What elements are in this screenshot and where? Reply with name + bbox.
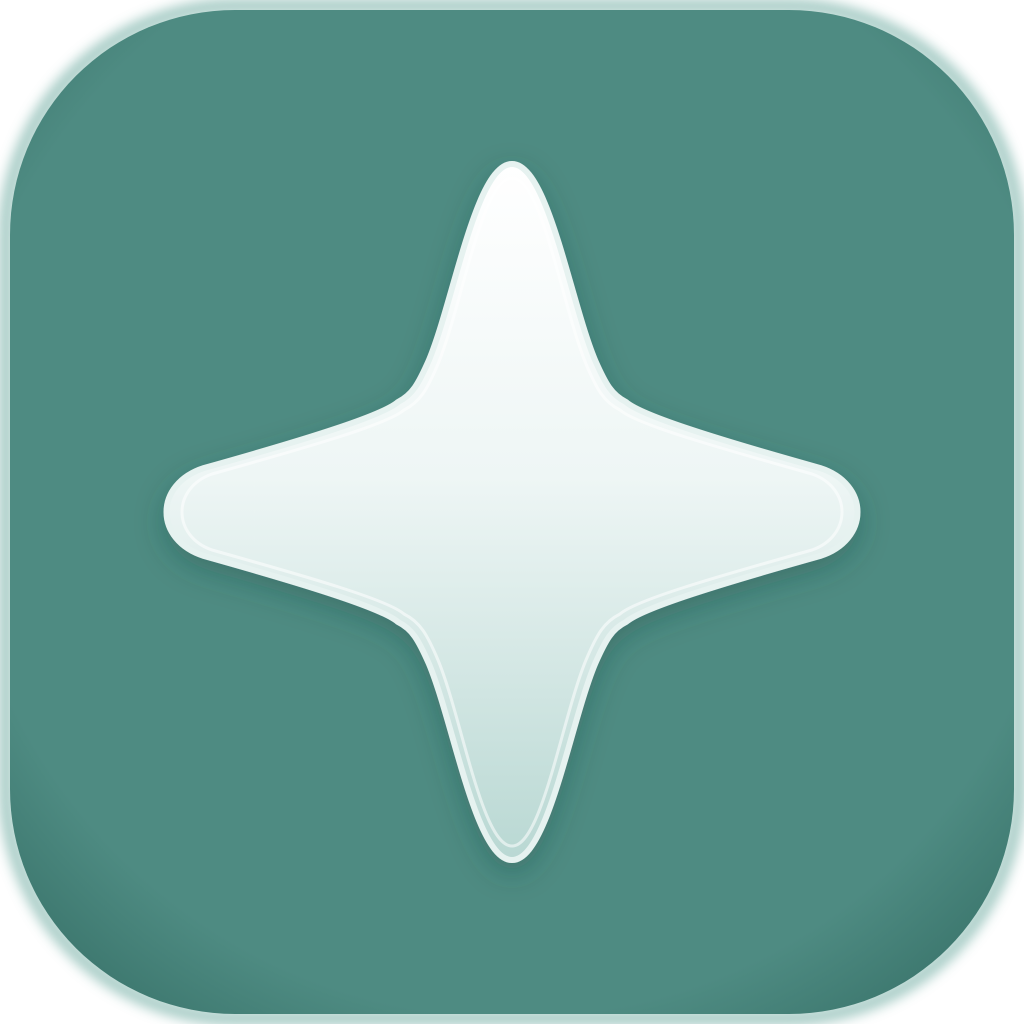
app-icon-canvas [0,0,1024,1024]
app-icon[interactable] [0,0,1024,1024]
